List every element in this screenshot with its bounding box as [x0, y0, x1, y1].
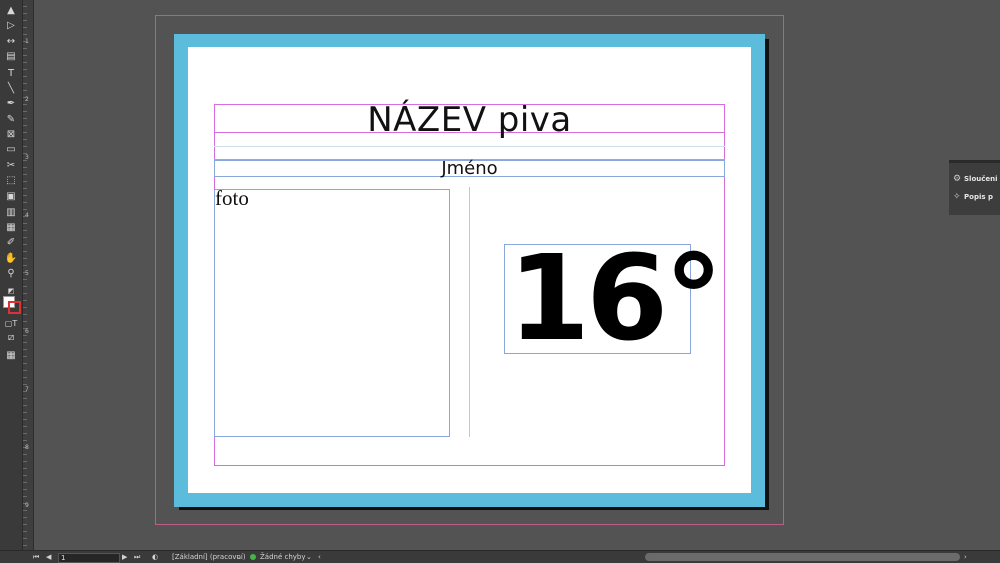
ruler-number: 3 — [25, 154, 29, 161]
data-merge-icon: ⚙ — [953, 174, 962, 184]
preflight-profile-label[interactable]: [Základní] (pracovní) — [172, 551, 246, 563]
ruler-number: 2 — [25, 96, 29, 103]
ruler-number: 8 — [25, 444, 29, 451]
pen-tool-icon[interactable]: ✒ — [3, 97, 19, 111]
ruler-number: 1 — [25, 38, 29, 45]
photo-label[interactable]: foto — [215, 186, 249, 211]
panel-item-tags[interactable]: ✧ Popis p — [953, 189, 993, 205]
eyedropper-tool-icon[interactable]: ✐ — [3, 236, 19, 250]
screen-mode-icon[interactable]: ▦ — [3, 349, 19, 363]
ruler-number: 5 — [25, 270, 29, 277]
photo-frame[interactable] — [214, 189, 450, 437]
scissors-tool-icon[interactable]: ✂ — [3, 159, 19, 173]
line-tool-icon[interactable]: ╲ — [3, 82, 19, 96]
preflight-status[interactable] — [250, 551, 256, 563]
fill-stroke-swatch[interactable] — [3, 296, 21, 314]
panel-item-label: Popis p — [964, 193, 993, 201]
temperature-text[interactable]: 16° — [508, 238, 723, 358]
errors-label[interactable]: Žádné chyby — [260, 551, 306, 563]
note-tool-icon[interactable]: ▦ — [3, 221, 19, 235]
last-page-icon[interactable]: ⏭ — [134, 551, 140, 563]
scroll-right-icon[interactable]: › — [964, 551, 967, 563]
type-tool-icon[interactable]: T — [3, 67, 19, 81]
column-guide — [469, 187, 470, 437]
scroll-left-icon[interactable]: ‹ — [318, 551, 321, 563]
zoom-tool-icon[interactable]: ⚲ — [3, 267, 19, 281]
ruler-number: 4 — [25, 212, 29, 219]
preflight-menu-icon[interactable]: ◐ — [152, 551, 158, 563]
hand-tool-icon[interactable]: ✋ — [3, 252, 19, 266]
chevron-down-icon[interactable]: ⌄ — [236, 551, 242, 563]
direct-selection-tool-icon[interactable]: ▷ — [3, 19, 19, 33]
ruler-number: 7 — [25, 386, 29, 393]
selection-tool-icon[interactable]: ▲ — [3, 4, 19, 18]
first-page-icon[interactable]: ⏮ — [33, 551, 39, 563]
panel-item-data-merge[interactable]: ⚙ Sloučeni — [953, 171, 998, 187]
ruler-number: 9 — [25, 502, 29, 509]
free-transform-tool-icon[interactable]: ⬚ — [3, 174, 19, 188]
next-page-icon[interactable]: ▶ — [122, 551, 127, 563]
beer-title[interactable]: NÁZEV piva — [214, 100, 725, 140]
previous-page-icon[interactable]: ◀ — [46, 551, 51, 563]
ruler-number: 6 — [25, 328, 29, 335]
status-ok-icon — [250, 554, 256, 560]
collapsed-panels: ⚙ Sloučeni ✧ Popis p — [949, 160, 1000, 215]
panel-item-label: Sloučeni — [964, 175, 998, 183]
gap-tool-icon[interactable]: ↔ — [3, 35, 19, 49]
row-guide — [214, 146, 725, 147]
horizontal-scrollbar[interactable] — [645, 553, 960, 561]
tools-panel: ▲ ▷ ↔ ▤ T ╲ ✒ ✎ ⊠ ▭ ✂ ⬚ ▣ ▥ ▦ ✐ ✋ ⚲ ◩ ▢T… — [0, 0, 23, 550]
chevron-down-icon[interactable]: ⌄ — [306, 551, 312, 563]
status-bar: ⏮ ◀ 1 ▶ ⏭ ◐ [Základní] (pracovní) ⌄ Žádn… — [0, 550, 1000, 563]
pencil-tool-icon[interactable]: ✎ — [3, 113, 19, 127]
beer-name[interactable]: Jméno — [184, 158, 755, 179]
content-collector-icon[interactable]: ▤ — [3, 50, 19, 64]
rectangle-tool-icon[interactable]: ▭ — [3, 143, 19, 157]
gradient-feather-tool-icon[interactable]: ▥ — [3, 206, 19, 220]
formatting-affects-container-icon[interactable]: ▢T — [3, 317, 19, 331]
apply-none-icon[interactable]: ⧄ — [3, 331, 19, 345]
rectangle-frame-tool-icon[interactable]: ⊠ — [3, 128, 19, 142]
gradient-swatch-tool-icon[interactable]: ▣ — [3, 190, 19, 204]
tags-icon: ✧ — [953, 192, 961, 202]
